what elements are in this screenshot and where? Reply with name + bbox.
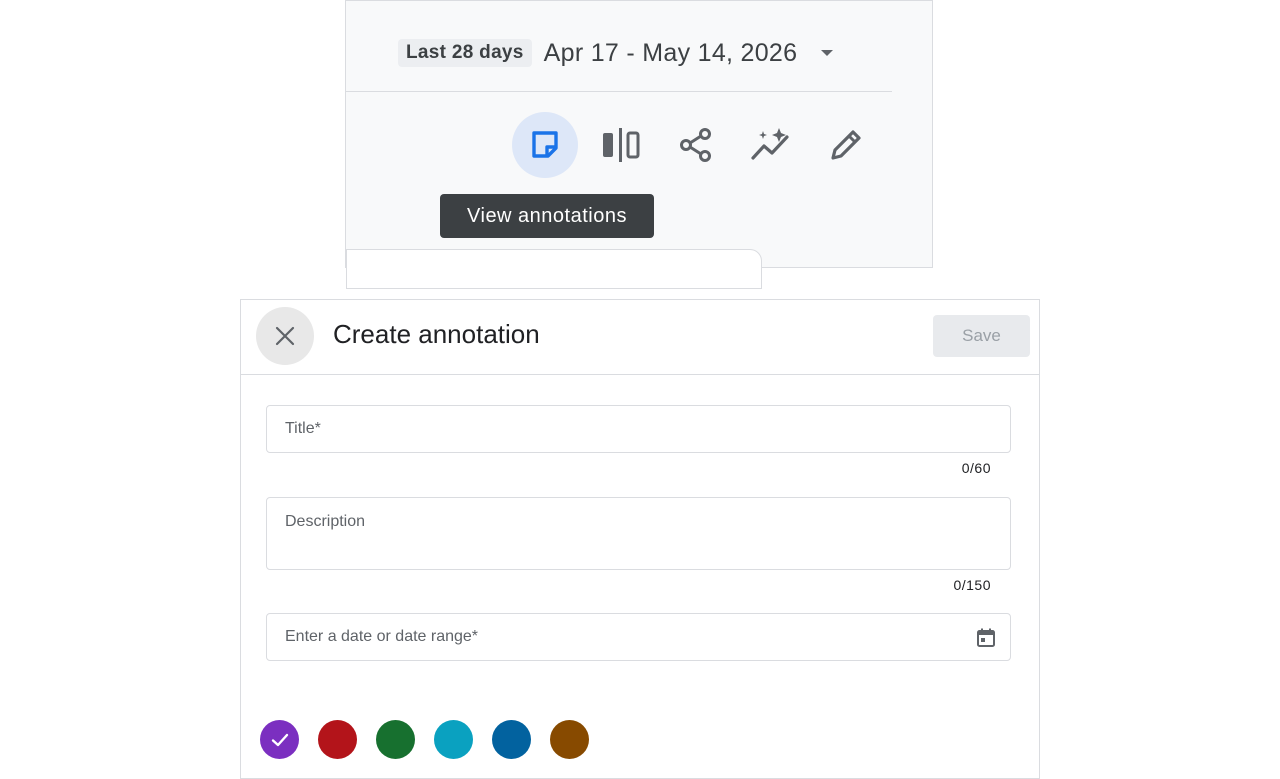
date-range-selector[interactable]: Last 28 days Apr 17 - May 14, 2026 bbox=[398, 37, 834, 69]
calendar-icon[interactable] bbox=[974, 626, 998, 650]
title-input[interactable] bbox=[267, 406, 1010, 452]
card-edge bbox=[346, 249, 762, 289]
color-swatch-teal[interactable] bbox=[434, 720, 473, 759]
save-button[interactable]: Save bbox=[933, 315, 1030, 357]
insights-icon bbox=[751, 128, 789, 160]
close-button[interactable] bbox=[256, 307, 314, 365]
create-annotation-dialog: Create annotation Save 0/60 0/150 bbox=[240, 299, 1040, 779]
insights-button[interactable] bbox=[738, 112, 804, 178]
close-icon bbox=[275, 326, 295, 346]
edit-icon bbox=[831, 130, 861, 160]
color-swatch-green[interactable] bbox=[376, 720, 415, 759]
color-swatch-red[interactable] bbox=[318, 720, 357, 759]
date-input[interactable] bbox=[267, 614, 1010, 660]
dialog-title: Create annotation bbox=[333, 319, 540, 349]
view-annotations-button[interactable] bbox=[512, 112, 578, 178]
toolbar-divider bbox=[346, 91, 892, 92]
date-range-text: Apr 17 - May 14, 2026 bbox=[543, 38, 798, 67]
compare-button[interactable] bbox=[588, 112, 654, 178]
color-swatch-brown[interactable] bbox=[550, 720, 589, 759]
dialog-header: Create annotation Save bbox=[241, 300, 1039, 375]
title-char-counter: 0/60 bbox=[961, 460, 991, 476]
edit-button[interactable] bbox=[813, 112, 879, 178]
check-icon bbox=[271, 733, 288, 746]
date-field bbox=[266, 613, 1011, 661]
annotations-icon bbox=[532, 131, 558, 158]
view-annotations-tooltip: View annotations bbox=[440, 194, 654, 238]
color-swatch-blue[interactable] bbox=[492, 720, 531, 759]
caret-down-icon bbox=[821, 50, 834, 56]
date-preset-chip: Last 28 days bbox=[398, 39, 532, 67]
share-button[interactable] bbox=[663, 112, 729, 178]
share-icon bbox=[680, 128, 711, 162]
title-field bbox=[266, 405, 1011, 453]
description-input[interactable] bbox=[267, 498, 1010, 569]
compare-icon bbox=[603, 128, 640, 162]
color-swatch-purple[interactable] bbox=[260, 720, 299, 759]
report-toolbar-panel: Last 28 days Apr 17 - May 14, 2026 View … bbox=[345, 0, 933, 289]
description-char-counter: 0/150 bbox=[953, 577, 991, 593]
description-field bbox=[266, 497, 1011, 570]
